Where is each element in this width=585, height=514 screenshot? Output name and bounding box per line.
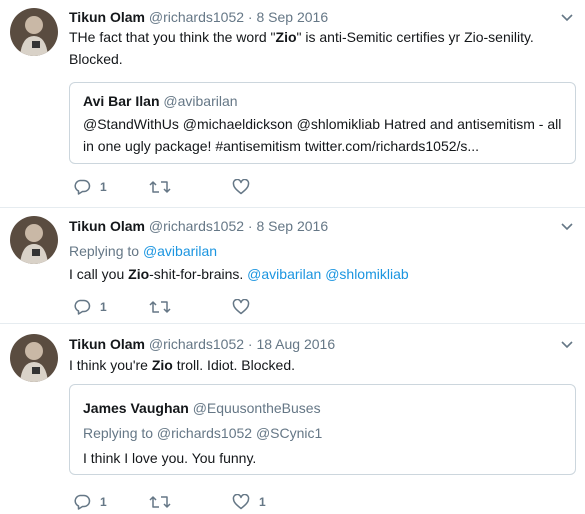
quote-header: Avi Bar Ilan @avibarilan: [83, 93, 238, 109]
reply-count: 1: [100, 180, 107, 194]
retweet-button[interactable]: [149, 297, 180, 317]
like-button[interactable]: [232, 297, 259, 317]
quote-handle: @avibarilan: [163, 93, 238, 109]
tweet-text: I think you're Zio troll. Idiot. Blocked…: [69, 354, 569, 376]
tweet-header: Tikun Olam @richards1052 · 18 Aug 2016: [69, 336, 335, 352]
tweet[interactable]: Tikun Olam @richards1052 · 8 Sep 2016 Re…: [0, 208, 585, 324]
quoted-tweet[interactable]: James Vaughan @EquusontheBuses Replying …: [69, 384, 576, 475]
like-button[interactable]: 1: [232, 492, 266, 512]
display-name[interactable]: Tikun Olam: [69, 218, 145, 234]
retweet-icon: [149, 496, 171, 508]
tweet-header: Tikun Olam @richards1052 · 8 Sep 2016: [69, 218, 328, 234]
chevron-down-icon[interactable]: [561, 340, 573, 350]
quoted-tweet[interactable]: Avi Bar Ilan @avibarilan @StandWithUs @m…: [69, 82, 576, 164]
text-bold: Zio: [151, 357, 173, 373]
replying-to-link[interactable]: @avibarilan: [143, 243, 217, 259]
chevron-down-icon[interactable]: [561, 13, 573, 23]
separator: ·: [247, 218, 253, 234]
reply-button[interactable]: 1: [73, 297, 107, 317]
text-bold: Zio: [128, 266, 150, 282]
like-icon: [232, 299, 250, 315]
tweet-actions: 1 1: [69, 492, 369, 512]
text-part: THe fact that you think the word ": [69, 29, 276, 45]
text-part: -shit-for-brains.: [149, 266, 248, 282]
text-part: I think you're: [69, 357, 152, 373]
text-part: troll. Idiot. Blocked.: [172, 357, 295, 373]
mention-link[interactable]: @avibarilan: [247, 266, 321, 282]
handle[interactable]: @richards1052: [149, 218, 244, 234]
tweet-text: I call you Zio-shit-for-brains. @avibari…: [69, 263, 569, 285]
replying-to: Replying to @avibarilan: [69, 243, 217, 259]
quote-text: I think I love you. You funny.: [83, 450, 257, 466]
display-name[interactable]: Tikun Olam: [69, 336, 145, 352]
tweet-header: Tikun Olam @richards1052 · 8 Sep 2016: [69, 9, 328, 25]
avatar[interactable]: [10, 8, 58, 56]
display-name[interactable]: Tikun Olam: [69, 9, 145, 25]
reply-button[interactable]: 1: [73, 177, 107, 197]
tweet[interactable]: Tikun Olam @richards1052 · 18 Aug 2016 I…: [0, 324, 585, 514]
mention-link[interactable]: @shlomikliab: [325, 266, 408, 282]
retweet-button[interactable]: [149, 177, 180, 197]
tweet-actions: 1: [69, 297, 369, 317]
reply-count: 1: [100, 300, 107, 314]
tweet[interactable]: Tikun Olam @richards1052 · 8 Sep 2016 TH…: [0, 0, 585, 208]
reply-icon: [74, 179, 91, 195]
quote-replying-to: Replying to @richards1052 @SCynic1: [83, 425, 323, 441]
reply-icon: [74, 299, 91, 315]
reply-count: 1: [100, 495, 107, 509]
timestamp[interactable]: 8 Sep 2016: [256, 9, 328, 25]
quote-text: @StandWithUs @michaeldickson @shlomiklia…: [83, 116, 562, 154]
separator: ·: [247, 9, 253, 25]
quote-header: James Vaughan @EquusontheBuses: [83, 400, 321, 416]
separator: ·: [247, 336, 253, 352]
timestamp[interactable]: 8 Sep 2016: [256, 218, 328, 234]
chevron-down-icon[interactable]: [561, 222, 573, 232]
handle[interactable]: @richards1052: [149, 336, 244, 352]
avatar[interactable]: [10, 216, 58, 264]
tweet-actions: 1: [69, 177, 369, 197]
reply-icon: [74, 494, 91, 510]
tweet-text: THe fact that you think the word "Zio" i…: [69, 26, 569, 70]
text-bold: Zio: [275, 29, 297, 45]
avatar[interactable]: [10, 334, 58, 382]
like-button[interactable]: [232, 177, 259, 197]
replying-label: Replying to: [69, 243, 140, 259]
like-count: 1: [259, 495, 266, 509]
like-icon: [232, 494, 250, 510]
like-icon: [232, 179, 250, 195]
timestamp[interactable]: 18 Aug 2016: [256, 336, 335, 352]
reply-button[interactable]: 1: [73, 492, 107, 512]
retweet-icon: [149, 301, 171, 313]
text-part: I call you: [69, 266, 129, 282]
handle[interactable]: @richards1052: [149, 9, 244, 25]
quote-handle: @EquusontheBuses: [192, 400, 321, 416]
quote-display-name: Avi Bar Ilan: [83, 93, 160, 109]
quote-display-name: James Vaughan: [83, 400, 189, 416]
retweet-icon: [149, 181, 171, 193]
retweet-button[interactable]: [149, 492, 180, 512]
